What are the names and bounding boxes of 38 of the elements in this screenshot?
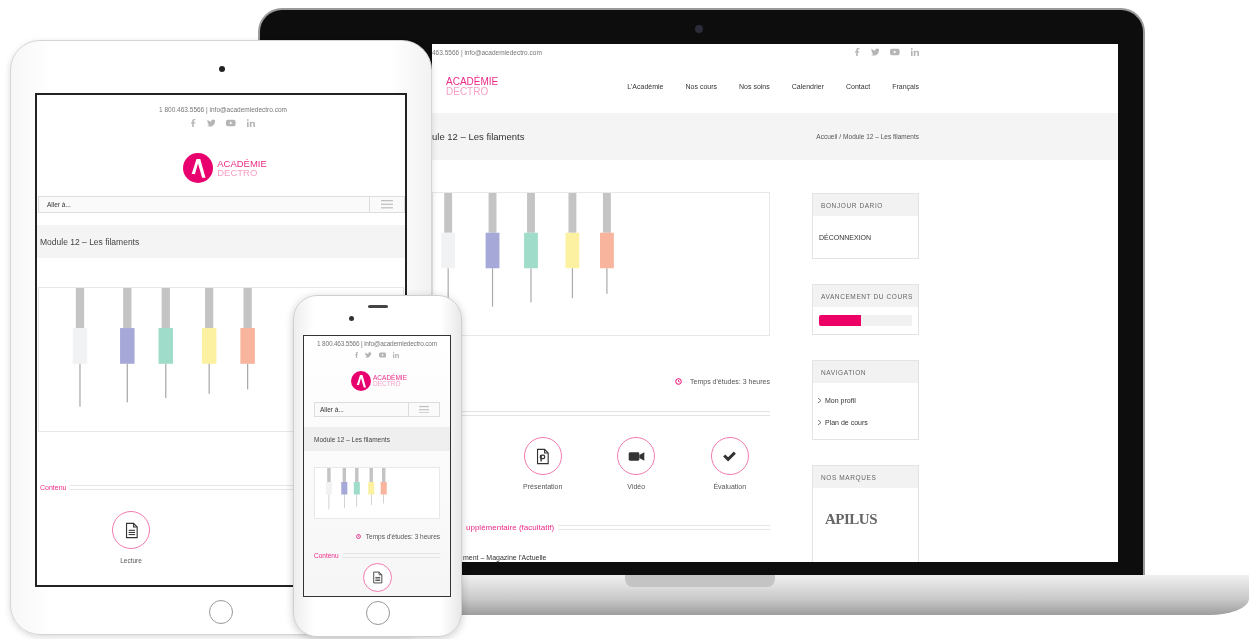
youtube-icon[interactable] bbox=[226, 119, 236, 127]
menu-icon[interactable] bbox=[381, 200, 393, 209]
linkedin-icon[interactable] bbox=[393, 352, 400, 358]
brand-subname: DECTRO bbox=[446, 86, 490, 97]
menu-icon[interactable] bbox=[418, 405, 430, 414]
activity-button[interactable] bbox=[710, 437, 749, 475]
brand-name: ACADÉMIE bbox=[217, 158, 267, 168]
page-title: Module 12 – Les filaments bbox=[40, 236, 140, 247]
facebook-icon[interactable] bbox=[855, 48, 860, 56]
youtube-icon[interactable] bbox=[890, 48, 900, 56]
camera-lens bbox=[349, 316, 354, 321]
activity-button[interactable] bbox=[617, 437, 656, 475]
linkedin-icon[interactable] bbox=[911, 48, 919, 56]
document-icon bbox=[370, 571, 384, 584]
speaker-grille bbox=[368, 305, 388, 308]
twitter-icon[interactable] bbox=[365, 352, 372, 358]
page-title: ule 12 – Les filaments bbox=[432, 131, 525, 142]
facebook-icon[interactable] bbox=[191, 119, 196, 127]
chevron-icon bbox=[818, 419, 821, 425]
twitter-icon[interactable] bbox=[870, 48, 880, 56]
activity-button[interactable] bbox=[112, 511, 150, 549]
logo-icon bbox=[183, 153, 214, 183]
activity-button[interactable] bbox=[523, 437, 562, 475]
camera-lens bbox=[695, 25, 703, 33]
clock-icon bbox=[675, 377, 683, 385]
camera-lens bbox=[219, 66, 225, 72]
brand-name: ACADÉMIE bbox=[446, 76, 499, 87]
clock-icon bbox=[355, 533, 361, 539]
linkedin-icon[interactable] bbox=[246, 119, 255, 127]
facebook-icon[interactable] bbox=[354, 352, 359, 358]
twitter-icon[interactable] bbox=[206, 119, 216, 127]
brand-subname: DECTRO bbox=[217, 168, 259, 178]
chevron-icon bbox=[818, 397, 821, 403]
presentation-file-icon bbox=[534, 447, 552, 465]
brand-logo: APILUS bbox=[825, 511, 877, 527]
section-heading: upplémentaire (facultatif) bbox=[466, 523, 555, 532]
logo-icon bbox=[351, 371, 371, 391]
youtube-icon[interactable] bbox=[378, 352, 387, 358]
